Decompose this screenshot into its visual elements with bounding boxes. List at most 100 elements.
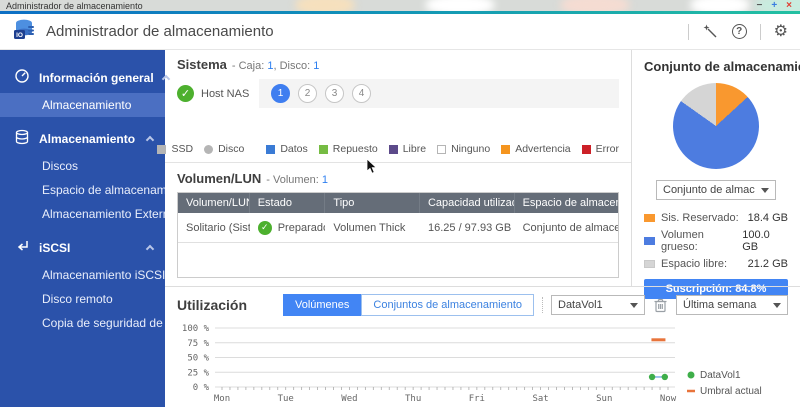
legend-error: Error — [582, 143, 619, 155]
sidebar-section-iscsi[interactable]: iSCSI — [0, 232, 165, 263]
disk-stack-icon — [14, 129, 30, 148]
magic-wand-icon[interactable] — [702, 23, 719, 40]
advertencia-marker — [501, 145, 510, 154]
close-button[interactable]: × — [786, 0, 792, 11]
cell-capacidad: 16.25 / 97.93 GB — [420, 222, 515, 234]
sistema-title: Sistema — [177, 57, 227, 72]
sidebar-section-informacion-general[interactable]: Información general — [0, 62, 165, 93]
legend-repuesto: Repuesto — [319, 143, 378, 155]
chevron-up-icon[interactable] — [146, 136, 154, 144]
svg-text:50 %: 50 % — [187, 354, 209, 364]
volume-select-dropdown[interactable]: DataVol1 — [551, 295, 645, 315]
disco-marker — [204, 145, 213, 154]
tab-conjuntos-almacenamiento[interactable]: Conjuntos de almacenamiento — [361, 294, 534, 316]
libre-marker — [389, 145, 398, 154]
period-select-dropdown[interactable]: Última semana — [676, 295, 788, 315]
maximize-button[interactable]: + — [771, 0, 777, 11]
minimize-button[interactable]: − — [756, 0, 762, 11]
chevron-down-icon — [630, 303, 638, 308]
svg-text:Tue: Tue — [278, 394, 294, 404]
desktop-blob — [560, 0, 630, 11]
disk-slot-3[interactable]: 3 — [325, 84, 344, 103]
col-capacidad[interactable]: Capacidad utilizada — [420, 193, 515, 213]
utilizacion-title: Utilización — [177, 297, 247, 313]
chevron-up-icon[interactable] — [146, 245, 154, 253]
ssd-marker — [157, 145, 166, 154]
tab-volumenes[interactable]: Volúmenes — [283, 294, 361, 316]
storage-pool-pie-chart — [673, 83, 759, 169]
svg-text:Wed: Wed — [341, 394, 357, 404]
pool-selector-dropdown[interactable]: Conjunto de almac — [656, 180, 776, 200]
legend-ninguno: Ninguno — [437, 143, 490, 155]
utilizacion-section: Utilización Volúmenes Conjuntos de almac… — [165, 286, 800, 414]
legend-disco: Disco — [204, 143, 244, 155]
trash-icon[interactable] — [653, 297, 668, 313]
sidebar-item-disco-remoto[interactable]: Disco remoto — [0, 287, 165, 311]
col-espacio[interactable]: Espacio de almacena... — [515, 193, 618, 213]
header-separator — [760, 24, 761, 40]
volumen-title: Volumen/LUN — [177, 171, 261, 186]
datos-marker — [266, 145, 275, 154]
svg-text:Sun: Sun — [596, 394, 612, 404]
svg-text:Thu: Thu — [405, 394, 421, 404]
disk-slot-strip: 1 2 3 4 — [259, 79, 619, 108]
app-header: IO Administrador de almacenamiento ? ⚙ — [0, 14, 800, 50]
repuesto-marker — [319, 145, 328, 154]
espacio-libre-value: 21.2 GB — [748, 258, 788, 270]
disk-slot-1[interactable]: 1 — [271, 84, 290, 103]
sidebar-item-copia-seguridad-lun[interactable]: Copia de seguridad de LUN — [0, 311, 165, 335]
pool-legend-sis-reservado: Sis. Reservado: 18.4 GB — [644, 212, 788, 224]
sidebar-section-almacenamiento[interactable]: Almacenamiento — [0, 123, 165, 154]
status-ok-icon: ✓ — [258, 221, 272, 235]
sidebar-item-almacenamiento-iscsi[interactable]: Almacenamiento iSCSI — [0, 263, 165, 287]
pool-legend-espacio-libre: Espacio libre: 21.2 GB — [644, 258, 788, 270]
col-tipo[interactable]: Tipo — [325, 193, 420, 213]
desktop-blob — [425, 0, 495, 11]
svg-text:0 %: 0 % — [193, 383, 210, 393]
col-volumen-lun[interactable]: Volumen/LUN — [178, 193, 250, 213]
svg-text:IO: IO — [16, 32, 23, 39]
legend-advertencia: Advertencia — [501, 143, 570, 155]
pool-panel-title: Conjunto de almacenamiento — [644, 59, 788, 74]
settings-gear-icon[interactable]: ⚙ — [774, 24, 788, 40]
svg-text:Sat: Sat — [532, 394, 548, 404]
sidebar-item-almacenamiento-overview[interactable]: Almacenamiento — [0, 93, 165, 117]
svg-text:75 %: 75 % — [187, 339, 209, 349]
controls-separator — [542, 297, 543, 313]
table-header-row: Volumen/LUN Estado Tipo Capacidad utiliz… — [178, 193, 618, 213]
cell-volumen-name: Solitario (Siste... — [178, 222, 250, 234]
gauge-icon — [14, 68, 30, 87]
window-titlebar[interactable]: Administrador de almacenamiento − + × — [0, 0, 800, 11]
svg-text:DataVol1: DataVol1 — [700, 370, 741, 381]
chevron-down-icon — [761, 188, 769, 193]
sistema-section: Sistema - Caja: 1, Disco: 1 ✓ Host NAS — [165, 50, 631, 163]
pool-legend-volumen-grueso: Volumen grueso: 100.0 GB — [644, 229, 788, 253]
sidebar-item-espacio-de-almacenamiento[interactable]: Espacio de almacenamien — [0, 178, 165, 202]
sistema-meta: - Caja: 1, Disco: 1 — [232, 60, 319, 72]
disk-slot-2[interactable]: 2 — [298, 84, 317, 103]
disk-slot-4[interactable]: 4 — [352, 84, 371, 103]
svg-text:Fri: Fri — [469, 394, 485, 404]
table-row[interactable]: Solitario (Siste... ✓ Preparado Volumen … — [178, 213, 618, 243]
disk-legend: SSD Disco Datos Repuesto Libre Ninguno A… — [177, 143, 619, 162]
legend-libre: Libre — [389, 143, 426, 155]
host-nas-status: ✓ Host NAS — [177, 85, 259, 102]
svg-text:100 %: 100 % — [182, 324, 210, 334]
col-estado[interactable]: Estado — [250, 193, 326, 213]
volumen-count: 1 — [322, 174, 328, 186]
legend-datos: Datos — [266, 143, 307, 155]
cell-espacio: Conjunto de almacena... — [515, 222, 618, 234]
cell-tipo: Volumen Thick — [325, 222, 420, 234]
svg-text:Mon: Mon — [214, 394, 230, 404]
sidebar-item-discos[interactable]: Discos — [0, 154, 165, 178]
volumen-meta: - Volumen: 1 — [266, 174, 328, 186]
util-tab-group: Volúmenes Conjuntos de almacenamiento — [283, 294, 534, 316]
svg-text:25 %: 25 % — [187, 368, 209, 378]
help-icon[interactable]: ? — [732, 24, 747, 39]
sidebar-item-almacenamiento-externo[interactable]: Almacenamiento Externo — [0, 202, 165, 226]
sidebar-navigation: Información general Almacenamiento Almac… — [0, 50, 165, 407]
page-title: Administrador de almacenamiento — [46, 23, 274, 40]
chevron-down-icon — [773, 303, 781, 308]
disco-count: 1 — [313, 60, 319, 72]
volumen-grueso-value: 100.0 GB — [742, 229, 788, 253]
